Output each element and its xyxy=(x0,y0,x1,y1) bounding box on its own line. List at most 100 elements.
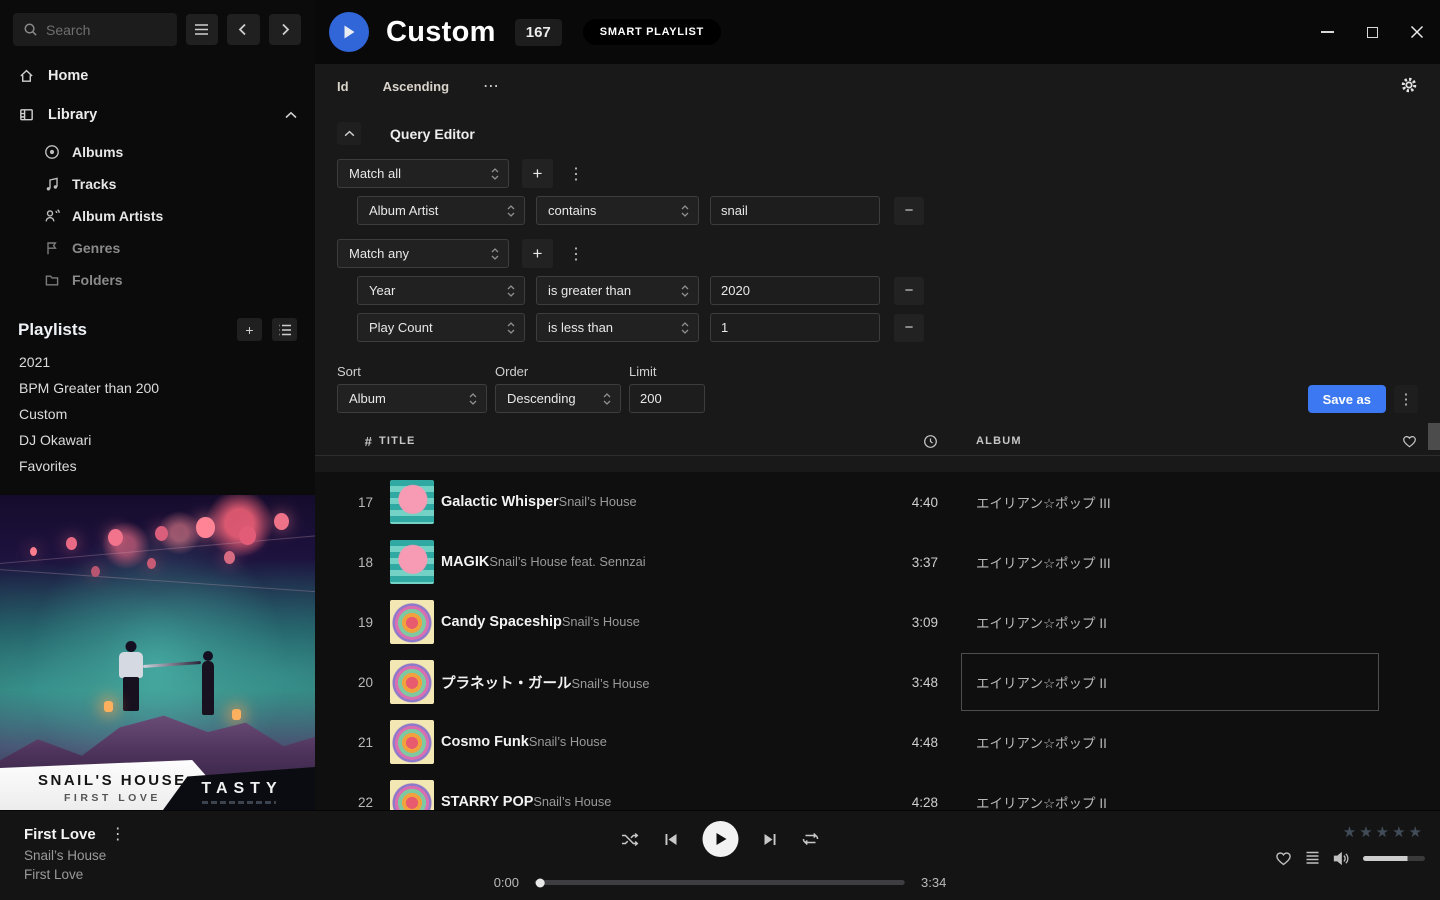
music-note-icon xyxy=(44,176,60,192)
repeat-button[interactable] xyxy=(802,831,820,847)
column-header-duration[interactable] xyxy=(923,434,938,449)
playlist-item[interactable]: DJ Okawari xyxy=(0,427,315,453)
track-album-focused-cell[interactable]: エイリアン☆ポップ II xyxy=(962,654,1378,710)
queue-button[interactable] xyxy=(1305,851,1320,865)
rule-field-select[interactable]: Play Count xyxy=(357,313,525,342)
add-rule-button[interactable]: + xyxy=(522,159,553,188)
settings-button[interactable] xyxy=(1400,76,1418,97)
track-row[interactable]: 21 Cosmo FunkSnail’s House 4:48 エイリアン☆ポッ… xyxy=(315,712,1440,772)
heart-icon xyxy=(1402,434,1417,448)
playlist-item[interactable]: Favorites xyxy=(0,453,315,479)
match-mode-select[interactable]: Match any xyxy=(337,239,509,268)
select-value: Descending xyxy=(507,391,576,406)
menu-button[interactable] xyxy=(186,14,218,45)
select-value: Match all xyxy=(349,166,401,181)
query-rule: Play Count is less than − xyxy=(357,313,1440,342)
close-icon xyxy=(1410,25,1424,39)
chevron-up-icon xyxy=(285,111,297,119)
track-row[interactable]: 18 MAGIKSnail’s House feat. Sennzai 3:37… xyxy=(315,532,1440,592)
sidebar-item-folders[interactable]: Folders xyxy=(0,264,315,296)
now-playing-artwork[interactable]: SNAIL'S HOUSE FIRST LOVE TASTY xyxy=(0,495,315,810)
sidebar-item-library[interactable]: Library xyxy=(0,95,315,134)
order-select[interactable]: Descending xyxy=(495,384,621,413)
rule-value-input[interactable] xyxy=(710,313,880,342)
remove-rule-button[interactable]: − xyxy=(894,197,924,225)
rule-operator-select[interactable]: is less than xyxy=(536,313,699,342)
player-bar: First Love ⋮ Snail’s House First Love xyxy=(0,810,1440,900)
rule-value-input[interactable] xyxy=(710,276,880,305)
chevron-up-icon xyxy=(344,130,355,137)
remove-rule-button[interactable]: − xyxy=(894,277,924,305)
track-artist: Snail’s House xyxy=(529,734,607,749)
rule-field-select[interactable]: Album Artist xyxy=(357,196,525,225)
track-row[interactable]: 17 Galactic WhisperSnail’s House 4:40 エイ… xyxy=(315,472,1440,532)
track-number: 18 xyxy=(335,555,379,570)
minimize-icon xyxy=(1321,31,1334,33)
track-row[interactable]: 19 Candy SpaceshipSnail’s House 3:09 エイリ… xyxy=(315,592,1440,652)
remove-rule-button[interactable]: − xyxy=(894,314,924,342)
select-value: Play Count xyxy=(369,320,433,335)
scrollbar-thumb[interactable] xyxy=(1428,423,1440,450)
sort-field-button[interactable]: Id xyxy=(337,79,349,94)
rule-field-select[interactable]: Year xyxy=(357,276,525,305)
add-playlist-button[interactable]: + xyxy=(237,318,262,341)
sort-select[interactable]: Album xyxy=(337,384,487,413)
sort-direction-button[interactable]: Ascending xyxy=(383,79,449,94)
nav-forward-button[interactable] xyxy=(269,14,301,45)
group-menu-button[interactable]: ⋮ xyxy=(566,244,586,264)
album-cover-thumbnail xyxy=(390,720,434,764)
playlist-item[interactable]: 2021 xyxy=(0,349,315,375)
save-as-button[interactable]: Save as xyxy=(1308,385,1386,413)
play-playlist-button[interactable] xyxy=(329,12,369,52)
playlist-item[interactable]: Custom xyxy=(0,401,315,427)
add-rule-button[interactable]: + xyxy=(522,239,553,268)
seek-knob[interactable] xyxy=(536,878,545,887)
seek-bar[interactable] xyxy=(535,880,905,885)
next-track-button[interactable] xyxy=(763,832,778,847)
track-artist: Snail’s House xyxy=(559,494,637,509)
search-box[interactable] xyxy=(13,13,177,46)
more-options-button[interactable]: ⋯ xyxy=(483,76,500,96)
rule-operator-select[interactable]: contains xyxy=(536,196,699,225)
rule-value-input[interactable] xyxy=(710,196,880,225)
track-row[interactable]: 20 プラネット・ガールSnail’s House 3:48 エイリアン☆ポップ… xyxy=(315,652,1440,712)
track-artist: Snail’s House xyxy=(533,794,611,809)
playlist-item[interactable]: BPM Greater than 200 xyxy=(0,375,315,401)
nav-back-button[interactable] xyxy=(227,14,259,45)
minimize-button[interactable] xyxy=(1319,24,1335,40)
heart-icon xyxy=(1275,850,1292,866)
sidebar-item-home[interactable]: Home xyxy=(0,56,315,95)
column-header-album[interactable]: ALBUM xyxy=(962,435,1378,447)
maximize-button[interactable] xyxy=(1364,24,1380,40)
match-mode-select[interactable]: Match all xyxy=(337,159,509,188)
sidebar-item-albums[interactable]: Albums xyxy=(0,136,315,168)
sidebar-topbar xyxy=(0,0,315,56)
close-button[interactable] xyxy=(1409,24,1425,40)
search-input[interactable] xyxy=(46,22,156,38)
column-header-index[interactable]: # xyxy=(335,434,379,449)
limit-input[interactable] xyxy=(629,384,705,413)
rule-operator-select[interactable]: is greater than xyxy=(536,276,699,305)
collapse-query-editor-button[interactable] xyxy=(337,122,361,145)
column-header-favorite[interactable] xyxy=(1402,434,1417,448)
sidebar-item-genres[interactable]: Genres xyxy=(0,232,315,264)
sidebar-item-tracks[interactable]: Tracks xyxy=(0,168,315,200)
shuffle-button[interactable] xyxy=(621,831,640,848)
volume-slider[interactable] xyxy=(1363,856,1425,861)
playlist-options-button[interactable] xyxy=(272,318,297,341)
group-menu-button[interactable]: ⋮ xyxy=(566,164,586,184)
now-playing-menu-button[interactable]: ⋮ xyxy=(108,824,128,844)
volume-button[interactable] xyxy=(1333,851,1350,866)
clock-icon xyxy=(923,434,938,449)
track-row[interactable]: 22 STARRY POPSnail’s House 4:28 エイリアン☆ポッ… xyxy=(315,772,1440,810)
sidebar-item-album-artists[interactable]: Album Artists xyxy=(0,200,315,232)
favorite-button[interactable] xyxy=(1275,850,1292,866)
save-menu-button[interactable]: ⋮ xyxy=(1394,385,1418,413)
library-collapse-toggle[interactable] xyxy=(285,107,297,123)
previous-track-button[interactable] xyxy=(664,832,679,847)
page-title: Custom xyxy=(386,16,496,49)
play-pause-button[interactable] xyxy=(703,821,739,857)
column-header-title[interactable]: TITLE xyxy=(379,435,872,447)
window-controls xyxy=(1319,24,1440,40)
rating-stars[interactable]: ★★★★★ xyxy=(1343,823,1425,841)
